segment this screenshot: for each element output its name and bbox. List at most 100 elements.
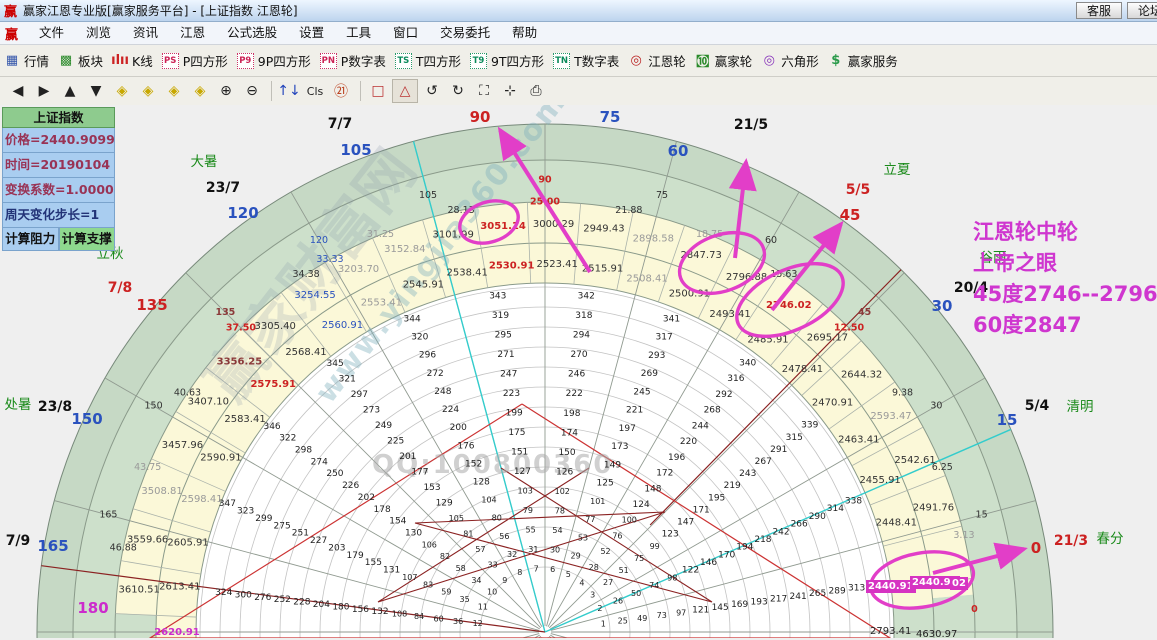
ring-value: 2491.76 <box>913 502 954 513</box>
spiral-number: 6 <box>550 565 555 574</box>
spiral-number: 246 <box>568 370 585 380</box>
spiral-number: 99 <box>650 542 660 551</box>
spiral-number: 224 <box>442 405 459 415</box>
rotate-ccw-icon[interactable]: ↺ <box>420 80 444 102</box>
diamond-right-icon[interactable]: ◈ <box>136 80 160 102</box>
wheel-outer-label: 处暑 <box>5 393 32 413</box>
wheel-outer-label: 立夏 <box>884 158 911 178</box>
diamond-up-icon[interactable]: ◈ <box>162 80 186 102</box>
zoom-out-icon[interactable]: ⊖ <box>240 80 264 102</box>
symbol-title: 上证指数 <box>2 107 115 128</box>
calendar-icon[interactable]: ㉑ <box>329 80 353 102</box>
9P四方形-icon: P9 <box>237 53 254 69</box>
ring-value: 2538.41 <box>447 267 488 278</box>
spiral-number: 1 <box>601 619 606 628</box>
calc-support-button[interactable]: 计算支撑 <box>59 228 116 251</box>
spiral-number: 290 <box>809 512 826 522</box>
menu-item-3[interactable]: 江恩 <box>169 22 216 44</box>
toolbar-item-6[interactable]: TST四方形 <box>395 51 461 70</box>
calc-resistance-button[interactable]: 计算阻力 <box>2 228 59 251</box>
zoom-in-icon[interactable]: ⊕ <box>214 80 238 102</box>
menu-item-5[interactable]: 设置 <box>288 22 335 44</box>
menu-item-7[interactable]: 窗口 <box>382 22 429 44</box>
menu-item-8[interactable]: 交易委托 <box>429 22 501 44</box>
spiral-number: 3 <box>590 590 595 599</box>
K线-icon: ılıı <box>112 54 128 68</box>
spiral-number: 127 <box>514 467 531 477</box>
clear-icon[interactable]: Cls <box>303 80 327 102</box>
spiral-number: 339 <box>801 421 818 431</box>
toolbar-item-1[interactable]: ▩板块 <box>58 51 103 70</box>
spiral-number: 320 <box>411 333 428 343</box>
spiral-number: 80 <box>492 514 502 523</box>
spiral-number: 132 <box>371 607 388 617</box>
wheel-outer-label: 0 <box>1031 539 1041 557</box>
panel-row-0: 价格=2440.9099 <box>2 128 115 153</box>
spiral-number: 105 <box>449 514 464 523</box>
spiral-number: 194 <box>736 543 753 553</box>
menu-item-6[interactable]: 工具 <box>335 22 382 44</box>
spiral-number: 81 <box>463 529 473 538</box>
square-tool-icon[interactable]: □ <box>366 80 390 102</box>
9T四方形-icon: T9 <box>470 53 487 69</box>
menu-item-1[interactable]: 浏览 <box>75 22 122 44</box>
forum-button[interactable]: 论坛 <box>1127 2 1157 19</box>
up-arrow-icon[interactable]: ▲ <box>58 80 82 102</box>
toolbar-item-9[interactable]: ◎江恩轮 <box>628 51 686 70</box>
menu-item-2[interactable]: 资讯 <box>122 22 169 44</box>
spiral-number: 34 <box>471 576 481 585</box>
wheel-outer-label: 45 <box>840 206 861 224</box>
spiral-number: 179 <box>347 551 364 561</box>
spiral-number: 108 <box>392 610 407 619</box>
ring-value: 3559.66 <box>127 535 168 546</box>
toolbar-item-4[interactable]: P99P四方形 <box>237 51 311 70</box>
ring-value: 2470.91 <box>812 397 853 408</box>
toolbar-item-12[interactable]: $赢家服务 <box>828 51 898 70</box>
spiral-number: 270 <box>570 350 587 360</box>
toolbar-item-5[interactable]: PNP数字表 <box>320 51 386 70</box>
diamond-left-icon[interactable]: ◈ <box>110 80 134 102</box>
ring-value: 165 <box>99 510 117 521</box>
toolbar-item-11[interactable]: ◎六角形 <box>761 51 819 70</box>
spiral-number: 342 <box>578 292 595 302</box>
spiral-number: 347 <box>219 499 236 509</box>
spiral-number: 267 <box>755 457 772 467</box>
rotate-cw-icon[interactable]: ↻ <box>446 80 470 102</box>
fit-screen-icon[interactable]: ⊹ <box>498 80 522 102</box>
triangle-tool-icon[interactable]: △ <box>392 79 418 103</box>
menu-item-9[interactable]: 帮助 <box>501 22 548 44</box>
toolbar-item-2[interactable]: ılııK线 <box>112 51 153 70</box>
gann-wheel-canvas[interactable]: 赢家财富网www.yingjia360.comQQ:10080036015304… <box>0 105 1157 638</box>
spiral-number: 28 <box>589 563 599 572</box>
ring-value: 3407.10 <box>188 396 229 407</box>
spiral-number: 293 <box>648 351 665 361</box>
toolbar-separator <box>360 81 361 101</box>
toolbar-item-0[interactable]: ▦行情 <box>4 51 49 70</box>
spiral-number: 52 <box>600 547 610 556</box>
toolbar-item-7[interactable]: T99T四方形 <box>470 51 544 70</box>
fullscreen-icon[interactable]: ⛶ <box>472 80 496 102</box>
toolbar-item-8[interactable]: TNT数字表 <box>553 51 619 70</box>
down-arrow-icon[interactable]: ▼ <box>84 80 108 102</box>
updown-axis-icon[interactable]: ↑↓ <box>277 80 301 102</box>
menu-item-0[interactable]: 文件 <box>28 22 75 44</box>
next-arrow-icon[interactable]: ▶ <box>32 80 56 102</box>
prev-arrow-icon[interactable]: ◀ <box>6 80 30 102</box>
menu-item-4[interactable]: 公式选股 <box>216 22 288 44</box>
service-button[interactable]: 客服 <box>1076 2 1122 19</box>
spiral-number: 58 <box>456 564 466 573</box>
ring-value: 60 <box>765 235 777 246</box>
ring-value: 37.50 <box>226 322 256 333</box>
spiral-number: 59 <box>441 588 451 597</box>
spiral-number: 292 <box>715 390 732 400</box>
diamond-down-icon[interactable]: ◈ <box>188 80 212 102</box>
toolbar-item-3[interactable]: PSP四方形 <box>162 51 228 70</box>
P数字表-icon: PN <box>320 53 337 69</box>
spiral-number: 148 <box>644 484 661 494</box>
ring-value: 2593.47 <box>870 411 911 422</box>
板块-icon: ▩ <box>58 54 74 68</box>
spiral-number: 130 <box>405 528 422 538</box>
toolbar-item-10[interactable]: ㉈赢家轮 <box>695 51 753 70</box>
spiral-number: 174 <box>561 428 578 438</box>
presentation-icon[interactable]: ⎙ <box>524 80 548 102</box>
